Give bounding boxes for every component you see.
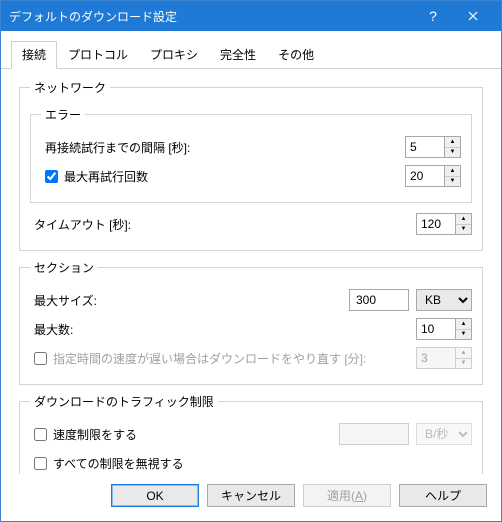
retry-interval-spinner[interactable]: ▲▼ bbox=[445, 136, 461, 158]
slow-retry-label: 指定時間の速度が遅い場合はダウンロードをやり直す [分]: bbox=[53, 350, 366, 367]
ok-button[interactable]: OK bbox=[111, 484, 199, 507]
tab-integrity[interactable]: 完全性 bbox=[209, 41, 267, 68]
group-section: セクション 最大サイズ: KB 最大数: ▲▼ bbox=[19, 259, 483, 385]
retry-interval-input[interactable] bbox=[405, 136, 445, 158]
timeout-spinner[interactable]: ▲▼ bbox=[456, 213, 472, 235]
max-size-unit[interactable]: KB bbox=[416, 289, 472, 311]
speed-limit-input bbox=[339, 423, 409, 445]
tab-bar: 接続 プロトコル プロキシ 完全性 その他 bbox=[1, 31, 501, 69]
legend-section: セクション bbox=[30, 259, 98, 276]
slow-retry-input bbox=[416, 347, 456, 369]
group-network: ネットワーク エラー 再接続試行までの間隔 [秒]: ▲▼ 最大再試行回数 bbox=[19, 79, 483, 251]
max-size-input[interactable] bbox=[349, 289, 409, 311]
tab-other[interactable]: その他 bbox=[267, 41, 325, 68]
titlebar: デフォルトのダウンロード設定 ? bbox=[1, 1, 501, 31]
max-size-label: 最大サイズ: bbox=[30, 292, 349, 309]
window-title: デフォルトのダウンロード設定 bbox=[9, 8, 413, 25]
tab-connection[interactable]: 接続 bbox=[11, 41, 57, 69]
legend-network: ネットワーク bbox=[30, 79, 110, 96]
slow-retry-spinner: ▲▼ bbox=[456, 347, 472, 369]
max-retry-label: 最大再試行回数 bbox=[64, 168, 148, 185]
button-bar: OK キャンセル 適用(A) ヘルプ bbox=[1, 474, 501, 521]
timeout-label: タイムアウト [秒]: bbox=[30, 216, 416, 233]
speed-limit-checkbox[interactable] bbox=[34, 428, 47, 441]
retry-interval-label: 再接続試行までの間隔 [秒]: bbox=[41, 139, 405, 156]
slow-retry-checkbox[interactable] bbox=[34, 352, 47, 365]
help-icon[interactable]: ? bbox=[413, 2, 453, 30]
close-icon[interactable] bbox=[453, 2, 493, 30]
legend-traffic: ダウンロードのトラフィック制限 bbox=[30, 393, 218, 410]
max-count-input[interactable] bbox=[416, 318, 456, 340]
ignore-limits-label: すべての制限を無視する bbox=[53, 455, 184, 472]
help-button[interactable]: ヘルプ bbox=[399, 484, 487, 507]
speed-limit-label: 速度制限をする bbox=[53, 426, 137, 443]
speed-limit-unit: B/秒 bbox=[416, 423, 472, 445]
group-error: エラー 再接続試行までの間隔 [秒]: ▲▼ 最大再試行回数 bbox=[30, 106, 472, 203]
max-retry-input[interactable] bbox=[405, 165, 445, 187]
timeout-input[interactable] bbox=[416, 213, 456, 235]
cancel-button[interactable]: キャンセル bbox=[207, 484, 295, 507]
legend-error: エラー bbox=[41, 106, 85, 123]
max-count-spinner[interactable]: ▲▼ bbox=[456, 318, 472, 340]
max-count-label: 最大数: bbox=[30, 321, 416, 338]
ignore-limits-checkbox[interactable] bbox=[34, 457, 47, 470]
tab-protocol[interactable]: プロトコル bbox=[57, 41, 139, 68]
tab-proxy[interactable]: プロキシ bbox=[139, 41, 209, 68]
apply-button: 適用(A) bbox=[303, 484, 391, 507]
max-retry-checkbox[interactable] bbox=[45, 170, 58, 183]
max-retry-spinner[interactable]: ▲▼ bbox=[445, 165, 461, 187]
group-traffic: ダウンロードのトラフィック制限 速度制限をする B/秒 すべての制限 bbox=[19, 393, 483, 474]
